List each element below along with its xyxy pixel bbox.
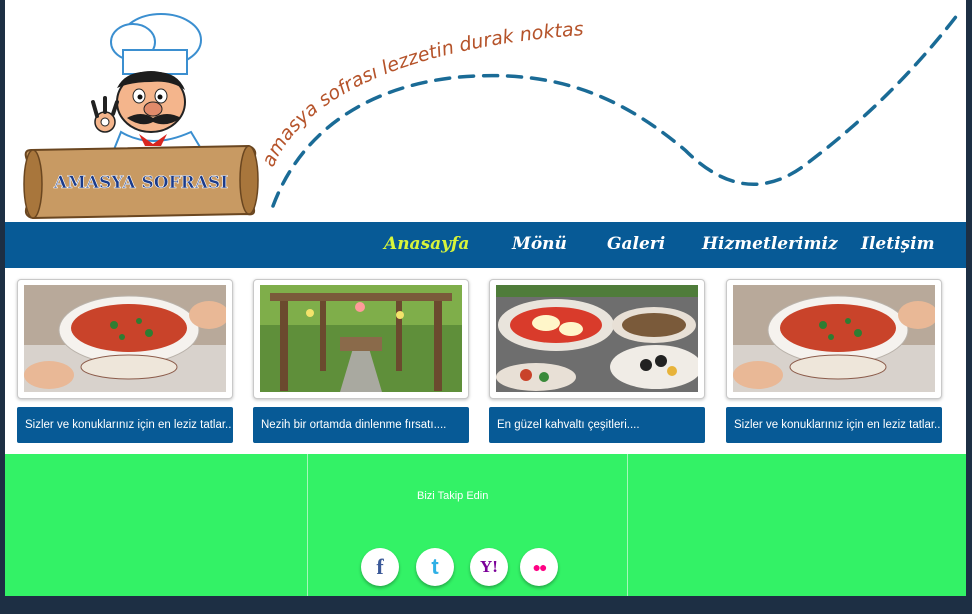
twitter-icon[interactable]: t bbox=[416, 548, 454, 586]
main-nav: Anasayfa Mönü Galeri Hizmetlerimiz Ileti… bbox=[5, 222, 966, 268]
follow-title: Bizi Takip Edin bbox=[417, 490, 489, 502]
nav-item-iletisim[interactable]: Iletişim bbox=[861, 234, 935, 254]
feature-card: Sizler ve konuklarınız için en leziz tat… bbox=[726, 279, 942, 443]
logo-text: AMASYA SOFRASI bbox=[53, 173, 228, 193]
feature-cards: Sizler ve konuklarınız için en leziz tat… bbox=[5, 268, 966, 454]
chef-logo-icon: AMASYA SOFRASI bbox=[23, 13, 259, 220]
yahoo-icon[interactable]: Y! bbox=[470, 548, 508, 586]
card-caption[interactable]: Sizler ve konuklarınız için en leziz tat… bbox=[726, 407, 942, 443]
footer: Bizi Takip Edin f t Y! ●● bbox=[5, 454, 966, 596]
footer-divider bbox=[307, 454, 308, 596]
logo[interactable]: AMASYA SOFRASI bbox=[21, 10, 266, 222]
facebook-icon[interactable]: f bbox=[361, 548, 399, 586]
nav-item-anasayfa[interactable]: Anasayfa bbox=[384, 234, 469, 254]
card-caption[interactable]: En güzel kahvaltı çeşitleri.... bbox=[489, 407, 705, 443]
card-image-soup[interactable] bbox=[17, 279, 233, 399]
footer-divider bbox=[627, 454, 628, 596]
soup-bowl-icon bbox=[733, 285, 935, 392]
nav-item-menu[interactable]: Mönü bbox=[512, 234, 567, 254]
right-frame bbox=[966, 0, 972, 614]
soup-bowl-icon bbox=[24, 285, 226, 392]
card-image-breakfast[interactable] bbox=[489, 279, 705, 399]
card-caption[interactable]: Nezih bir ortamda dinlenme fırsatı.... bbox=[253, 407, 469, 443]
card-caption[interactable]: Sizler ve konuklarınız için en leziz tat… bbox=[17, 407, 233, 443]
feature-card: Nezih bir ortamda dinlenme fırsatı.... bbox=[253, 279, 469, 443]
bottom-bar bbox=[5, 596, 966, 614]
header: amasya sofrası lezzetin durak noktası bbox=[5, 0, 966, 222]
nav-item-galeri[interactable]: Galeri bbox=[607, 234, 665, 254]
card-image-soup[interactable] bbox=[726, 279, 942, 399]
feature-card: En güzel kahvaltı çeşitleri.... bbox=[489, 279, 705, 443]
breakfast-plates-icon bbox=[496, 285, 698, 392]
garden-pergola-icon bbox=[260, 285, 462, 392]
feature-card: Sizler ve konuklarınız için en leziz tat… bbox=[17, 279, 233, 443]
nav-item-hizmetlerimiz[interactable]: Hizmetlerimiz bbox=[702, 234, 838, 254]
card-image-garden[interactable] bbox=[253, 279, 469, 399]
flickr-icon[interactable]: ●● bbox=[520, 548, 558, 586]
page: amasya sofrası lezzetin durak noktası bbox=[5, 0, 966, 614]
